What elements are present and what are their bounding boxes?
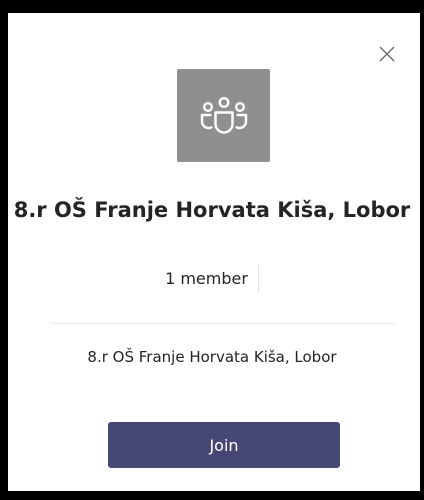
close-icon[interactable] [378, 45, 396, 63]
join-button[interactable]: Join [108, 422, 340, 468]
team-description: 8.r OŠ Franje Horvata Kiša, Lobor [87, 348, 337, 366]
member-row: 1 member [12, 265, 412, 293]
screenshot-frame: 8.r OŠ Franje Horvata Kiša, Lobor 1 memb… [0, 0, 424, 500]
member-separator [257, 265, 259, 293]
people-team-icon [200, 96, 247, 134]
member-count: 1 member [165, 269, 248, 288]
team-name-heading: 8.r OŠ Franje Horvata Kiša, Lobor [13, 198, 411, 222]
divider [52, 323, 395, 324]
team-avatar-tile [177, 69, 270, 162]
